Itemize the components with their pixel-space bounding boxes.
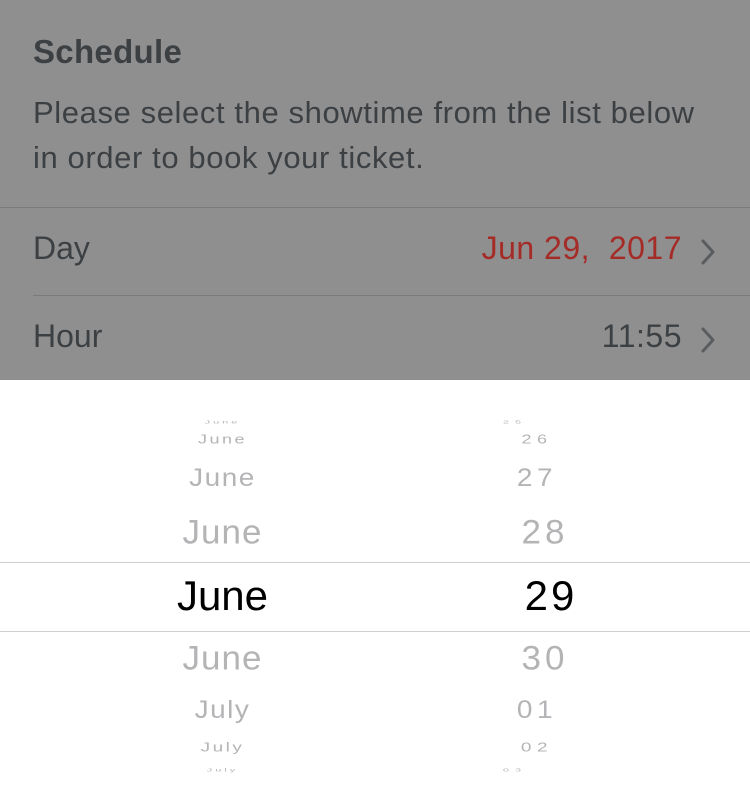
day-option-selected[interactable]: 29: [451, 572, 651, 620]
month-option[interactable]: July: [0, 740, 445, 755]
month-option[interactable]: June: [0, 640, 445, 679]
day-option[interactable]: 28: [445, 514, 645, 553]
hour-row[interactable]: Hour 11:55: [0, 296, 750, 384]
day-label: Day: [33, 230, 90, 266]
day-option[interactable]: 26: [437, 432, 637, 447]
day-value: Jun 29, 2017: [481, 230, 682, 266]
month-option[interactable]: July: [0, 767, 445, 772]
hour-label: Hour: [33, 318, 103, 354]
hour-value: 11:55: [601, 318, 682, 354]
month-option-selected[interactable]: June: [0, 572, 445, 620]
section-description: Please select the showtime from the list…: [33, 95, 695, 175]
month-option[interactable]: June: [0, 464, 445, 492]
chevron-right-icon: [701, 239, 715, 265]
chevron-right-icon: [701, 327, 715, 353]
day-option[interactable]: 25: [415, 419, 615, 424]
date-picker[interactable]: June June June June June June July July …: [0, 380, 750, 808]
day-option[interactable]: 01: [437, 696, 637, 724]
month-option[interactable]: June: [0, 514, 445, 553]
day-option[interactable]: 30: [445, 640, 645, 679]
day-row[interactable]: Day Jun 29, 2017: [0, 208, 750, 296]
month-option[interactable]: June: [0, 432, 445, 447]
schedule-panel: Schedule Please select the showtime from…: [0, 0, 750, 380]
month-option[interactable]: June: [0, 419, 445, 424]
month-wheel[interactable]: June June June June June June July July …: [0, 380, 445, 808]
day-wheel[interactable]: 25 26 27 28 29 30 01 02 03: [445, 380, 645, 808]
day-option[interactable]: 27: [437, 464, 637, 492]
section-title: Schedule: [33, 33, 183, 70]
day-option[interactable]: 03: [415, 767, 615, 772]
month-option[interactable]: July: [0, 696, 445, 724]
day-option[interactable]: 02: [437, 740, 637, 755]
